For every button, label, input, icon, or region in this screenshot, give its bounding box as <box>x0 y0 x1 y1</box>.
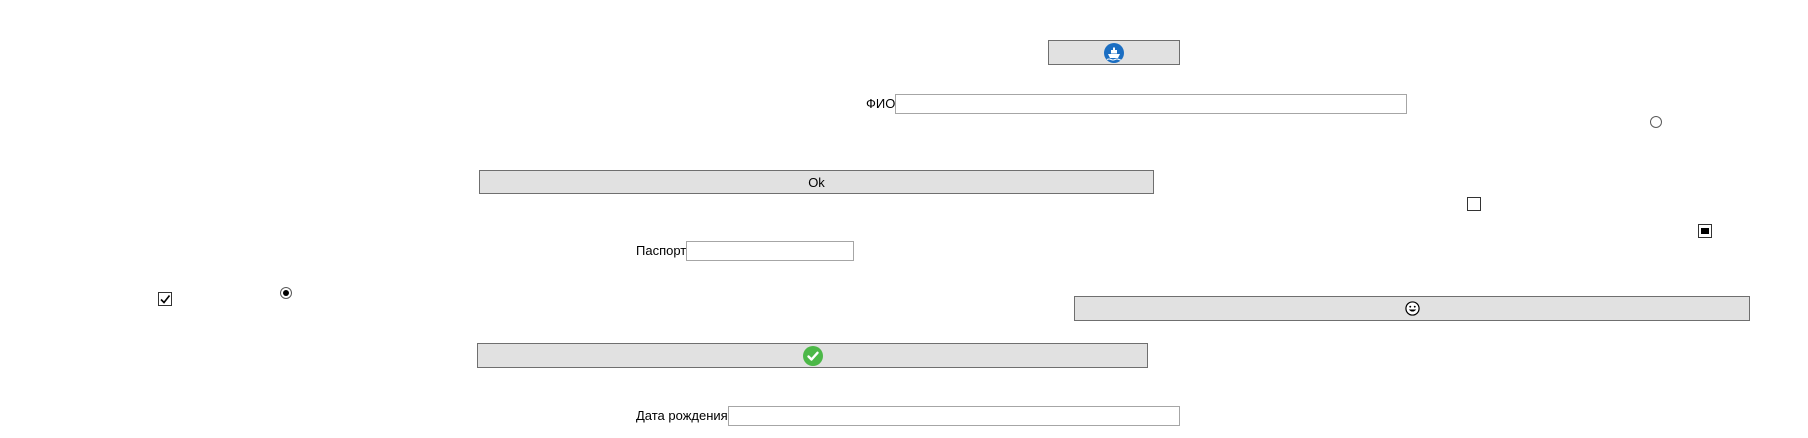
fio-input[interactable] <box>895 94 1408 114</box>
checkbox-checked[interactable] <box>158 292 172 306</box>
birth-date-label: Дата рождения <box>636 408 728 423</box>
ship-button[interactable] <box>1048 40 1180 65</box>
ok-button[interactable]: Ok <box>479 170 1154 194</box>
check-circle-icon <box>802 345 823 366</box>
checkmark-icon <box>160 295 171 304</box>
passport-field: Паспорт <box>636 241 855 261</box>
passport-label: Паспорт <box>636 243 687 258</box>
radio-button-top-right[interactable] <box>1650 116 1662 128</box>
checkbox-indeterminate[interactable] <box>1698 224 1712 238</box>
fio-label: ФИО <box>866 96 896 111</box>
check-button[interactable] <box>477 343 1148 368</box>
checkbox-empty[interactable] <box>1467 197 1481 211</box>
grinning-face-icon <box>1404 301 1420 316</box>
radio-dot <box>283 290 289 296</box>
passport-input[interactable] <box>686 241 855 261</box>
birth-date-input[interactable] <box>727 406 1180 426</box>
fio-field: ФИО <box>866 94 1408 114</box>
ship-icon <box>1104 42 1124 63</box>
smiley-button[interactable] <box>1074 296 1750 321</box>
radio-button-selected[interactable] <box>280 287 292 299</box>
ok-button-label: Ok <box>808 174 825 190</box>
form-window: ФИО Ok Паспорт Дата рождения <box>0 0 1808 438</box>
birth-date-field: Дата рождения <box>636 406 1180 426</box>
indeterminate-mark <box>1701 228 1709 234</box>
